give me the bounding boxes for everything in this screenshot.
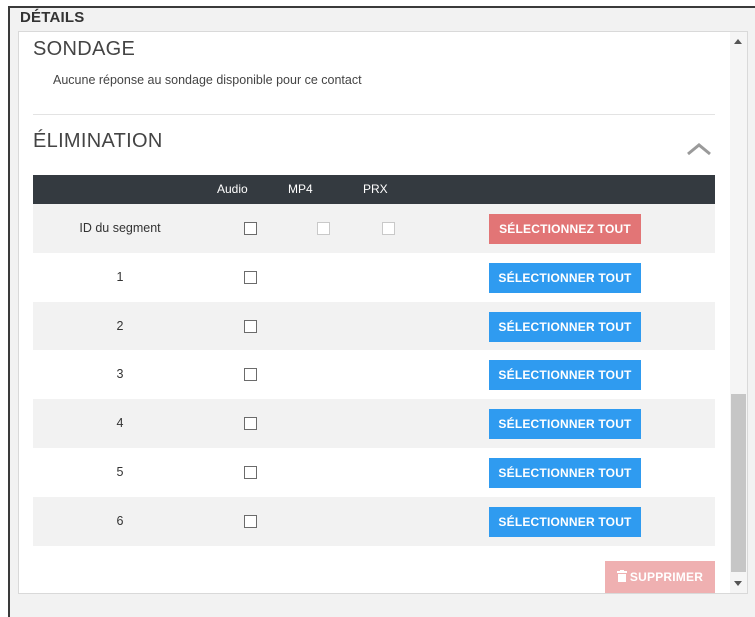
mp4-select-all-checkbox[interactable] — [317, 222, 330, 235]
select-all-row-button[interactable]: SÉLECTIONNER TOUT — [489, 311, 641, 342]
survey-empty-message: Aucune réponse au sondage disponible pou… — [53, 73, 362, 87]
audio-checkbox[interactable] — [244, 368, 257, 382]
audio-checkbox[interactable] — [244, 319, 257, 333]
audio-checkbox[interactable] — [244, 465, 257, 479]
select-all-row-button[interactable]: SÉLECTIONNER TOUT — [489, 506, 641, 537]
audio-checkbox[interactable] — [244, 417, 257, 431]
table-row: 2 SÉLECTIONNER TOUT — [33, 301, 715, 351]
column-audio: Audio — [217, 182, 248, 196]
trash-icon — [616, 570, 627, 582]
delete-button-label: SUPPRIMER — [629, 570, 704, 584]
details-panel: SONDAGE Aucune réponse au sondage dispon… — [18, 31, 748, 594]
select-all-row-button[interactable]: SÉLECTIONNER TOUT — [489, 360, 641, 391]
elimination-title: ÉLIMINATION — [33, 130, 163, 152]
scrollbar-thumb[interactable] — [731, 394, 746, 572]
select-all-row-button[interactable]: SÉLECTIONNER TOUT — [489, 409, 641, 440]
vertical-scrollbar[interactable] — [730, 32, 747, 593]
table-row: 4 SÉLECTIONNER TOUT — [33, 399, 715, 448]
segment-id: 4 — [116, 416, 124, 431]
delete-button[interactable]: SUPPRIMER — [605, 561, 715, 593]
table-header: Audio MP4 PRX — [33, 175, 715, 204]
table-row: 6 SÉLECTIONNER TOUT — [33, 496, 715, 546]
scroll-up-icon[interactable] — [734, 39, 742, 44]
table-row: 5 SÉLECTIONNER TOUT — [33, 447, 715, 497]
details-title: DÉTAILS — [20, 9, 85, 26]
segment-id-label: ID du segment — [79, 221, 161, 235]
audio-select-all-checkbox[interactable] — [244, 222, 257, 235]
select-all-row-button[interactable]: SÉLECTIONNER TOUT — [489, 457, 641, 488]
select-all-row-button[interactable]: SÉLECTIONNER TOUT — [489, 262, 641, 293]
scroll-down-icon[interactable] — [734, 581, 742, 586]
segment-id: 3 — [116, 367, 124, 382]
table-row: 1 SÉLECTIONNER TOUT — [33, 252, 715, 302]
survey-title: SONDAGE — [33, 38, 136, 60]
column-prx: PRX — [363, 182, 388, 196]
audio-checkbox[interactable] — [244, 270, 257, 284]
segment-id: 1 — [116, 269, 124, 284]
elimination-table: Audio MP4 PRX ID du segment SÉLECTIONNEZ… — [33, 175, 715, 546]
table-row-header: ID du segment SÉLECTIONNEZ TOUT — [33, 204, 715, 253]
table-row: 3 SÉLECTIONNER TOUT — [33, 350, 715, 400]
column-mp4: MP4 — [288, 182, 313, 196]
section-divider — [33, 114, 715, 115]
chevron-up-icon[interactable] — [686, 142, 712, 156]
select-all-global-button[interactable]: SÉLECTIONNEZ TOUT — [489, 214, 641, 244]
segment-id: 2 — [116, 318, 124, 333]
segment-id: 6 — [116, 513, 124, 528]
segment-id: 5 — [116, 464, 124, 479]
prx-select-all-checkbox[interactable] — [382, 222, 395, 235]
audio-checkbox[interactable] — [244, 514, 257, 528]
